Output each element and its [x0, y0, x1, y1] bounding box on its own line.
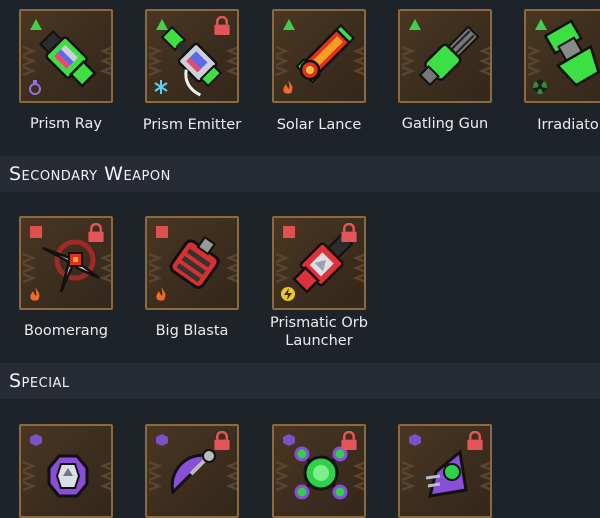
weapon-label-prismatic-orb-launcher: Prismatic Orb Launcher [254, 314, 384, 350]
tier-red-icon [283, 226, 295, 238]
weapon-label-line1: Prismatic Orb [270, 315, 368, 331]
weapon-label-irradiator: Irradiator [537, 117, 600, 133]
lightning-icon [281, 287, 295, 301]
weapon-tile-prismatic-orb-launcher[interactable] [272, 216, 366, 310]
tier-green-icon [283, 19, 295, 30]
weapon-label-prism-emitter: Prism Emitter [142, 117, 242, 133]
weapon-label-line2: Launcher [285, 333, 353, 349]
lock-icon [87, 223, 105, 243]
weapon-tile-prism-emitter[interactable] [145, 9, 239, 103]
special-tile-3[interactable] [272, 424, 366, 518]
weapon-tile-solar-lance[interactable] [272, 9, 366, 103]
frost-icon [154, 80, 168, 94]
weapon-tile-prism-ray[interactable] [19, 9, 113, 103]
special-tile-4[interactable] [398, 424, 492, 518]
tier-green-icon [535, 19, 547, 30]
secondary-weapons-row: Boomerang Big Blasta Prismatic Orb Launc… [0, 200, 600, 360]
tier-purple-icon [283, 434, 295, 446]
lock-icon [340, 431, 358, 451]
lock-icon [340, 223, 358, 243]
fire-icon [156, 287, 166, 301]
lock-icon [213, 431, 231, 451]
lock-icon [213, 16, 231, 36]
tier-green-icon [156, 19, 168, 30]
weapon-tile-boomerang[interactable] [19, 216, 113, 310]
tier-green-icon [409, 19, 421, 30]
weapon-label-boomerang: Boomerang [24, 323, 108, 339]
weapon-tile-irradiator[interactable] [524, 9, 600, 103]
tier-red-icon [30, 226, 42, 238]
specials-row [0, 410, 600, 518]
special-tile-2[interactable] [145, 424, 239, 518]
special-tile-1[interactable] [19, 424, 113, 518]
primary-weapons-row: Prism Ray Prism Emitter Solar Lance Gatl… [0, 0, 600, 150]
weapon-tile-big-blasta[interactable] [145, 216, 239, 310]
weapon-tile-gatling-gun[interactable] [398, 9, 492, 103]
tier-purple-icon [409, 434, 421, 446]
radiation-icon [533, 79, 547, 94]
tier-red-icon [156, 226, 168, 238]
weapon-label-prism-ray: Prism Ray [30, 116, 102, 132]
weapon-label-gatling-gun: Gatling Gun [401, 116, 489, 132]
weapon-label-big-blasta: Big Blasta [155, 323, 229, 339]
prism-flask-icon [29, 80, 41, 95]
tier-purple-icon [30, 434, 42, 446]
tier-green-icon [30, 19, 42, 30]
weapon-label-solar-lance: Solar Lance [276, 117, 362, 133]
section-header-secondary: Secondary Weapon [0, 156, 600, 192]
section-header-special: Special [0, 363, 600, 399]
fire-icon [283, 80, 293, 94]
fire-icon [30, 287, 40, 301]
tier-purple-icon [156, 434, 168, 446]
lock-icon [466, 431, 484, 451]
